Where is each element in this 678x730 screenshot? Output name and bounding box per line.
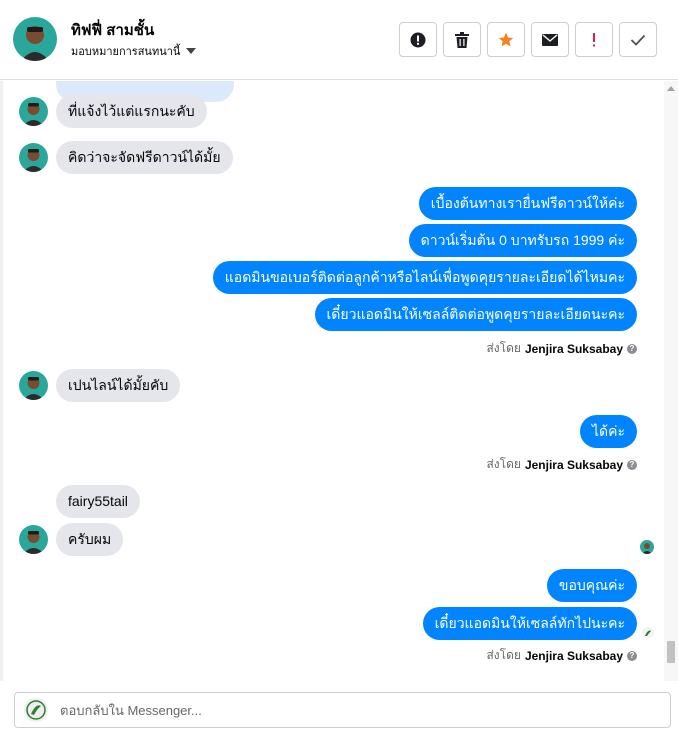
seen-by-contact-avatar [640,540,654,554]
report-spam-button[interactable] [399,22,437,57]
sent-by-prefix: ส่งโดย [486,341,521,355]
follow-up-button[interactable] [575,22,613,57]
left-edge [0,81,3,681]
outgoing-message[interactable]: ดาวน์เริ่มต้น 0 บาทรับรถ 1999 ค่ะ [408,224,637,257]
assign-conversation-label: มอบหมายการสนทนานี้ [71,46,181,58]
message-row: ครับผม [19,523,124,556]
scroll-up-arrow-icon[interactable] [667,86,675,91]
message-thread[interactable]: ที่แจ้งไว้แต่แรกนะคับ คิดว่าจะจัดฟรีดาวน… [4,81,664,681]
conversation-header: ทิฟฟี่ สามชั้น มอบหมายการสนทนานี้ [0,0,678,80]
envelope-icon [542,33,558,46]
thread-scrollbar[interactable] [664,81,678,681]
sent-by-agent[interactable]: Jenjira Suksabay [525,342,623,356]
outgoing-message[interactable]: เบื้องต้นทางเรายื่นฟรีดาวน์ให้ค่ะ [418,187,637,220]
trash-icon [455,31,469,48]
help-icon[interactable]: ? [627,343,637,354]
sent-by-prefix: ส่งโดย [486,648,521,662]
check-icon [630,34,646,46]
assign-conversation-dropdown[interactable]: มอบหมายการสนทนานี้ [71,42,197,60]
incoming-message[interactable]: fairy55tail [56,485,140,518]
sent-by-prefix: ส่งโดย [486,457,521,471]
exclamation-icon [593,32,595,46]
contact-avatar-small [19,525,48,554]
reply-input[interactable] [60,702,620,718]
help-icon[interactable]: ? [627,459,637,470]
contact-avatar-small [19,97,48,126]
outgoing-message[interactable]: เดี๋ยวแอดมินให้เซลล์ทักไปนะคะ [422,607,637,640]
scrollbar-thumb[interactable] [667,641,675,663]
page-logo-icon [24,698,48,722]
message-row: เปนไลน์ได้มั้ยคับ [19,369,181,402]
message-row: fairy55tail [56,485,140,518]
outgoing-message[interactable]: ขอบคุณค่ะ [546,569,637,602]
contact-name[interactable]: ทิฟฟี่ สามชั้น [71,18,154,42]
conversation-actions [399,22,657,57]
incoming-message[interactable]: เปนไลน์ได้มั้ยคับ [56,369,181,402]
star-button[interactable] [487,22,525,57]
sent-by-label: ส่งโดย Jenjira Suksabay ? [486,339,637,358]
message-row: คิดว่าจะจัดฟรีดาวน์ได้มั้ย [19,141,233,174]
contact-avatar-small [19,371,48,400]
outgoing-message[interactable]: เดี๋ยวแอดมินให้เซลล์ติดต่อพูดคุยรายละเอี… [314,298,637,331]
sent-by-agent[interactable]: Jenjira Suksabay [525,649,623,663]
sent-by-agent[interactable]: Jenjira Suksabay [525,458,623,472]
star-icon [498,32,514,46]
sent-by-label: ส่งโดย Jenjira Suksabay ? [486,646,637,665]
outgoing-message[interactable]: ได้ค่ะ [579,415,637,448]
outgoing-message[interactable]: แอดมินขอเบอร์ติดต่อลูกค้าหรือไลน์เพื่อพู… [212,261,637,294]
help-icon[interactable]: ? [627,650,637,661]
contact-avatar-small [19,143,48,172]
delete-button[interactable] [443,22,481,57]
contact-avatar[interactable] [13,17,57,61]
exclamation-circle-icon [410,32,426,47]
sent-by-label: ส่งโดย Jenjira Suksabay ? [486,455,637,474]
message-row: ที่แจ้งไว้แต่แรกนะคับ [19,95,207,128]
done-button[interactable] [619,22,657,57]
mark-unread-button[interactable] [531,22,569,57]
incoming-message[interactable]: ครับผม [56,523,124,556]
incoming-message[interactable]: ที่แจ้งไว้แต่แรกนะคับ [56,95,207,128]
caret-down-icon [186,48,197,54]
incoming-message[interactable]: คิดว่าจะจัดฟรีดาวน์ได้มั้ย [56,141,233,174]
reply-composer [14,692,671,728]
page-logo-small-icon [642,626,654,638]
